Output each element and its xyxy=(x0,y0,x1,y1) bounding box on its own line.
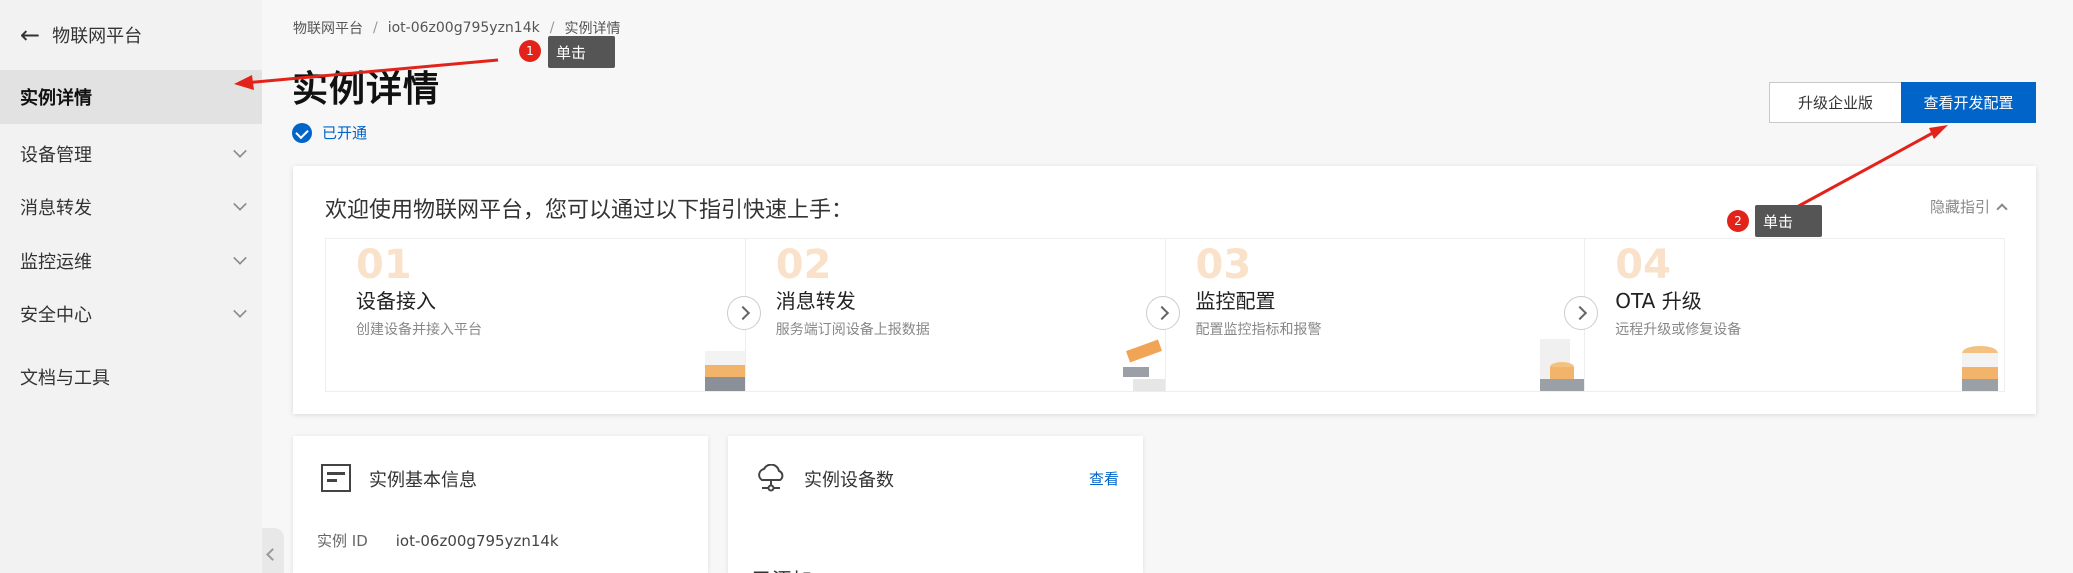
breadcrumb: 物联网平台 / iot-06z00g795yzn14k / 实例详情 xyxy=(293,18,620,38)
back-label: 物联网平台 xyxy=(52,26,143,47)
step-desc: 创建设备并接入平台 xyxy=(356,322,482,338)
forwarding-illustration-icon xyxy=(1122,339,1165,391)
sidebar-item-device-management[interactable]: 设备管理 xyxy=(0,127,262,181)
view-dev-config-button[interactable]: 查看开发配置 xyxy=(1901,82,2036,123)
cloud-device-icon xyxy=(758,464,784,492)
chevron-down-icon xyxy=(233,197,247,211)
sidebar-item-security[interactable]: 安全中心 xyxy=(0,287,262,341)
breadcrumb-separator: / xyxy=(373,20,378,36)
arrow-left-icon: ← xyxy=(20,21,41,49)
card-title: 实例基本信息 xyxy=(369,470,477,491)
sidebar-collapse-toggle[interactable] xyxy=(262,528,284,573)
chevron-right-icon[interactable] xyxy=(1564,296,1598,330)
step-name: OTA 升级 xyxy=(1615,289,1702,313)
chevron-left-icon xyxy=(266,548,279,561)
step-number: 01 xyxy=(356,242,412,288)
annotation-tooltip-2: 单击 xyxy=(1755,205,1822,237)
hide-guide-button[interactable]: 隐藏指引 xyxy=(1929,196,2008,217)
guide-step-monitoring[interactable]: 03 监控配置 配置监控指标和报警 xyxy=(1166,239,1586,391)
chevron-up-icon xyxy=(1996,202,2008,215)
sidebar: ← 物联网平台 实例详情 设备管理 消息转发 监控运维 安全中心 文档与工具 xyxy=(0,0,262,573)
sidebar-item-instance-detail[interactable]: 实例详情 xyxy=(0,70,262,124)
check-circle-icon xyxy=(292,122,312,143)
sidebar-item-label: 设备管理 xyxy=(20,145,92,166)
annotation-marker-1: 1 xyxy=(519,40,541,62)
hide-guide-label: 隐藏指引 xyxy=(1929,198,1990,216)
instance-id-row: 实例 ID iot-06z00g795yzn14k xyxy=(317,530,559,551)
step-name: 设备接入 xyxy=(356,289,436,313)
step-name: 监控配置 xyxy=(1195,289,1276,313)
step-desc: 配置监控指标和报警 xyxy=(1195,322,1322,338)
guide-title: 欢迎使用物联网平台，您可以通过以下指引快速上手： xyxy=(325,198,854,223)
guide-step-message-forwarding[interactable]: 02 消息转发 服务端订阅设备上报数据 xyxy=(746,239,1166,391)
device-illustration-icon xyxy=(704,351,745,391)
instance-id-label: 实例 ID xyxy=(317,532,368,550)
upgrade-enterprise-button[interactable]: 升级企业版 xyxy=(1769,82,1902,123)
instance-basic-info-card: 实例基本信息 实例 ID iot-06z00g795yzn14k xyxy=(293,436,708,573)
chevron-down-icon xyxy=(233,251,247,265)
status-badge: 已开通 xyxy=(292,122,367,143)
sidebar-item-label: 监控运维 xyxy=(20,252,92,273)
chevron-right-icon[interactable] xyxy=(1146,296,1180,330)
sidebar-item-label: 文档与工具 xyxy=(20,368,110,389)
view-devices-link[interactable]: 查看 xyxy=(1089,468,1119,489)
step-number: 03 xyxy=(1195,242,1252,288)
guide-step-ota-upgrade[interactable]: 04 OTA 升级 远程升级或修复设备 xyxy=(1585,239,2004,391)
sidebar-item-monitoring[interactable]: 监控运维 xyxy=(0,234,262,288)
step-name: 消息转发 xyxy=(775,289,856,313)
breadcrumb-item: 实例详情 xyxy=(564,21,621,37)
sidebar-item-message-forwarding[interactable]: 消息转发 xyxy=(0,180,262,234)
ota-illustration-icon xyxy=(1962,346,1998,391)
chevron-down-icon xyxy=(233,144,247,158)
sidebar-item-label: 安全中心 xyxy=(20,305,92,326)
back-link[interactable]: ← 物联网平台 xyxy=(20,20,142,50)
chevron-right-icon[interactable] xyxy=(727,296,761,330)
info-panel-icon xyxy=(321,464,351,492)
breadcrumb-separator: / xyxy=(549,20,555,36)
step-desc: 服务端订阅设备上报数据 xyxy=(775,322,930,338)
devices-added-label: 已添加 xyxy=(752,564,812,573)
step-number: 02 xyxy=(775,242,832,288)
annotation-marker-2: 2 xyxy=(1727,210,1749,232)
breadcrumb-item[interactable]: 物联网平台 xyxy=(293,18,363,38)
chevron-down-icon xyxy=(233,304,247,318)
annotation-tooltip-1: 单击 xyxy=(548,36,615,68)
quick-start-guide: 欢迎使用物联网平台，您可以通过以下指引快速上手： 隐藏指引 01 设备接入 创建… xyxy=(293,166,2036,414)
sidebar-item-docs-tools[interactable]: 文档与工具 xyxy=(0,350,262,404)
monitoring-illustration-icon xyxy=(1540,339,1585,391)
sidebar-item-label: 实例详情 xyxy=(20,88,92,109)
instance-id-value: iot-06z00g795yzn14k xyxy=(395,532,559,550)
card-title: 实例设备数 xyxy=(804,470,894,491)
step-number: 04 xyxy=(1615,242,1671,288)
page-title: 实例详情 xyxy=(292,69,441,110)
status-label: 已开通 xyxy=(322,124,368,142)
guide-step-device-access[interactable]: 01 设备接入 创建设备并接入平台 xyxy=(326,239,746,391)
step-desc: 远程升级或修复设备 xyxy=(1615,322,1742,338)
instance-devices-card: 实例设备数 查看 已添加 xyxy=(728,436,1143,573)
breadcrumb-item[interactable]: iot-06z00g795yzn14k xyxy=(388,20,540,36)
sidebar-item-label: 消息转发 xyxy=(20,198,92,219)
